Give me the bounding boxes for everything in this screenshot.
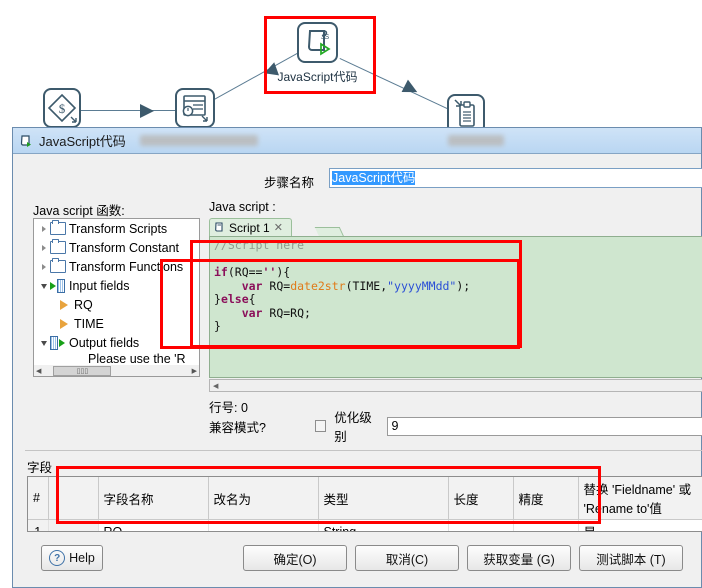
cancel-button[interactable]: 取消(C): [355, 545, 459, 571]
dialog-title: JavaScript代码: [39, 134, 126, 149]
folder-icon: [50, 238, 67, 254]
tab-script-1[interactable]: Script 1 ✕: [209, 218, 292, 236]
tree-item-transform-constant[interactable]: Transform Constant: [34, 238, 199, 257]
expander-expanded-icon[interactable]: [38, 282, 50, 289]
step-name-input[interactable]: JavaScript代码: [329, 168, 702, 188]
expander-collapsed-icon[interactable]: [38, 263, 50, 270]
help-button-label: Help: [69, 551, 95, 565]
get-variables-button-label: 获取变量 (G): [483, 552, 555, 567]
svg-text:$: $: [59, 101, 66, 116]
dialog-title-blurred-text-2: [447, 135, 504, 146]
arrow-head-1: [140, 104, 154, 118]
expander-collapsed-icon[interactable]: [38, 244, 50, 251]
script-file-icon: [215, 221, 223, 232]
tab-script-1-label: Script 1: [229, 220, 270, 235]
diagram-node-table-input[interactable]: [175, 88, 215, 128]
question-mark-icon: ?: [49, 550, 66, 566]
tree-item-label: TIME: [74, 316, 104, 331]
annotation-box-tree-overlap: [160, 259, 520, 349]
editor-horizontal-scrollbar[interactable]: ◀: [209, 379, 702, 392]
script-panel-label: Java script :: [209, 200, 276, 214]
close-icon[interactable]: ✕: [274, 221, 283, 234]
tree-item-transform-scripts[interactable]: Transform Scripts: [34, 219, 199, 238]
dialog-title-blurred-text: [139, 135, 258, 146]
tree-item-label: Transform Scripts: [69, 221, 168, 236]
cell-index: 1: [28, 519, 49, 531]
diamond-dollar-icon: $: [47, 93, 77, 123]
step-name-row: 步骤名称 JavaScript代码: [19, 168, 702, 192]
test-script-button-label: 测试脚本 (T): [596, 552, 666, 567]
scroll-left-arrow-icon[interactable]: ◀: [34, 367, 43, 375]
folder-icon: [50, 257, 67, 273]
scroll-left-arrow-icon[interactable]: ◀: [210, 382, 218, 390]
output-fields-icon: [50, 335, 67, 350]
test-script-button[interactable]: 测试脚本 (T): [579, 545, 683, 571]
field-arrow-icon: [60, 318, 68, 329]
annotation-box-javascript-node: [264, 16, 376, 94]
cancel-button-label: 取消(C): [385, 552, 429, 567]
diagram-node-input[interactable]: $: [43, 88, 81, 128]
functions-panel-label: Java script 函数:: [33, 204, 125, 218]
help-button[interactable]: ? Help: [41, 545, 103, 571]
field-arrow-icon: [60, 299, 68, 310]
tree-item-label: Transform Constant: [69, 240, 179, 255]
column-header-index[interactable]: #: [28, 477, 49, 520]
fields-section-label: 字段: [27, 461, 53, 475]
scroll-right-arrow-icon[interactable]: ▶: [190, 367, 199, 375]
tree-item-label: RQ: [74, 297, 93, 312]
expander-collapsed-icon[interactable]: [38, 225, 50, 232]
script-tab-strip: Script 1 ✕: [209, 218, 702, 237]
compatibility-row: 兼容模式? 优化级别 9: [209, 411, 702, 444]
step-name-value: JavaScript代码: [332, 171, 416, 185]
annotation-box-fields-table: [56, 466, 601, 524]
line-number-label: 行号: 0: [209, 401, 248, 415]
step-name-label: 步骤名称: [264, 176, 315, 190]
scrollbar-thumb[interactable]: ▯▯▯: [53, 365, 112, 376]
optimization-level-input[interactable]: 9: [387, 416, 702, 436]
table-input-icon: [182, 95, 208, 122]
javascript-step-icon: [20, 134, 31, 147]
divider: [25, 450, 702, 451]
input-fields-icon: [50, 278, 67, 293]
expander-expanded-icon[interactable]: [38, 339, 50, 346]
ok-button[interactable]: 确定(O): [243, 545, 347, 571]
folder-icon: [50, 219, 67, 235]
compatibility-mode-checkbox[interactable]: [314, 420, 327, 432]
tree-item-label: Input fields: [69, 278, 130, 293]
tree-horizontal-scrollbar[interactable]: ◀ ▯▯▯ ▶: [33, 365, 200, 377]
tree-item-label: Output fields: [69, 335, 140, 350]
transformation-canvas[interactable]: $ JS JavaScript代码: [0, 0, 702, 140]
compatibility-mode-label: 兼容模式?: [209, 420, 266, 435]
dialog-button-bar: ? Help 确定(O) 取消(C) 获取变量 (G) 测试脚本 (T): [19, 545, 702, 585]
ok-button-label: 确定(O): [273, 552, 317, 567]
dialog-titlebar[interactable]: JavaScript代码: [13, 128, 701, 154]
optimization-level-label: 优化级别: [334, 411, 372, 444]
get-variables-button[interactable]: 获取变量 (G): [467, 545, 571, 571]
